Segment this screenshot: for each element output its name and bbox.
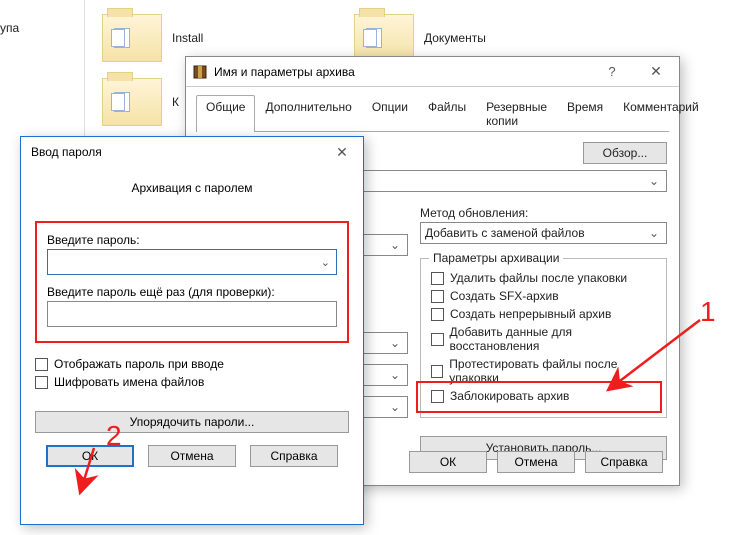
update-method-label: Метод обновления: bbox=[420, 206, 667, 220]
cancel-button[interactable]: Отмена bbox=[497, 451, 575, 473]
checkbox-icon bbox=[431, 290, 444, 303]
annotation-frame-1 bbox=[416, 381, 662, 413]
chk-label: Создать непрерывный архив bbox=[450, 307, 611, 321]
folder-icon bbox=[354, 14, 414, 62]
chevron-down-icon: ⌄ bbox=[315, 256, 336, 269]
annotation-number-1: 1 bbox=[700, 296, 716, 328]
cancel-button[interactable]: Отмена bbox=[148, 445, 236, 467]
folder-icon bbox=[102, 14, 162, 62]
chk-sfx[interactable]: Создать SFX-архив bbox=[431, 289, 656, 303]
chk-label: Шифровать имена файлов bbox=[54, 375, 204, 389]
checkbox-icon bbox=[431, 308, 444, 321]
password-subtitle: Архивация с паролем bbox=[35, 181, 349, 195]
enter-password-label: Введите пароль: bbox=[47, 233, 337, 247]
browse-button[interactable]: Обзор... bbox=[583, 142, 667, 164]
dialog-title: Имя и параметры архива bbox=[214, 65, 590, 79]
checkbox-icon bbox=[35, 358, 48, 371]
close-button[interactable]: ✕ bbox=[634, 57, 678, 86]
help-button[interactable]: Справка bbox=[585, 451, 663, 473]
titlebar[interactable]: Ввод пароля ✕ bbox=[21, 137, 363, 167]
dialog-body: Архивация с паролем Введите пароль: ⌄ Вв… bbox=[21, 167, 363, 479]
annotation-number-2: 2 bbox=[106, 420, 122, 452]
help-button[interactable]: Справка bbox=[250, 445, 338, 467]
tab-backup[interactable]: Резервные копии bbox=[476, 95, 557, 132]
tab-bar: Общие Дополнительно Опции Файлы Резервны… bbox=[196, 95, 669, 132]
dialog-footer: ОК Отмена Справка bbox=[409, 451, 663, 473]
partial-folder-label: упа bbox=[0, 21, 19, 35]
ok-button[interactable]: ОК bbox=[409, 451, 487, 473]
folder-label: К bbox=[172, 95, 179, 109]
close-icon: ✕ bbox=[336, 144, 348, 161]
chevron-down-icon: ⌄ bbox=[646, 174, 662, 188]
checkbox-icon bbox=[431, 272, 444, 285]
chk-label: Удалить файлы после упаковки bbox=[450, 271, 627, 285]
folder-icon bbox=[102, 78, 162, 126]
chk-delete-after[interactable]: Удалить файлы после упаковки bbox=[431, 271, 656, 285]
annotation-frame-2: Введите пароль: ⌄ Введите пароль ещё раз… bbox=[35, 221, 349, 343]
titlebar[interactable]: Имя и параметры архива ? ✕ bbox=[186, 57, 679, 87]
chevron-down-icon: ⌄ bbox=[387, 336, 403, 350]
tab-advanced[interactable]: Дополнительно bbox=[255, 95, 361, 132]
archive-params-legend: Параметры архивации bbox=[429, 251, 563, 265]
tab-general[interactable]: Общие bbox=[196, 95, 255, 132]
tab-comment[interactable]: Комментарий bbox=[613, 95, 709, 132]
password-input[interactable]: ⌄ bbox=[47, 249, 337, 275]
chk-label: Добавить данные для восстановления bbox=[450, 325, 656, 353]
close-icon: ✕ bbox=[650, 63, 662, 80]
chevron-down-icon: ⌄ bbox=[387, 368, 403, 382]
chk-label: Отображать пароль при вводе bbox=[54, 357, 224, 371]
tab-options[interactable]: Опции bbox=[362, 95, 418, 132]
chevron-down-icon: ⌄ bbox=[387, 238, 403, 252]
update-method-value: Добавить с заменой файлов bbox=[425, 226, 585, 240]
chk-solid[interactable]: Создать непрерывный архив bbox=[431, 307, 656, 321]
chk-label: Создать SFX-архив bbox=[450, 289, 559, 303]
folder-item[interactable]: К bbox=[102, 78, 179, 126]
chevron-down-icon: ⌄ bbox=[387, 400, 403, 414]
tab-time[interactable]: Время bbox=[557, 95, 613, 132]
chk-recovery[interactable]: Добавить данные для восстановления bbox=[431, 325, 656, 353]
update-method-select[interactable]: Добавить с заменой файлов ⌄ bbox=[420, 222, 667, 244]
folder-label: Install bbox=[172, 31, 203, 45]
close-button[interactable]: ✕ bbox=[322, 138, 362, 167]
reenter-password-label: Введите пароль ещё раз (для проверки): bbox=[47, 285, 337, 299]
app-icon bbox=[192, 64, 208, 80]
folder-item[interactable]: Документы bbox=[354, 14, 486, 62]
checkbox-icon bbox=[35, 376, 48, 389]
password-dialog: Ввод пароля ✕ Архивация с паролем Введит… bbox=[20, 136, 364, 525]
chk-show-password[interactable]: Отображать пароль при вводе bbox=[35, 357, 349, 371]
checkbox-icon bbox=[431, 365, 443, 378]
checkbox-icon bbox=[431, 333, 444, 346]
dialog-title: Ввод пароля bbox=[27, 145, 322, 159]
folder-label: Документы bbox=[424, 31, 486, 45]
organize-passwords-button[interactable]: Упорядочить пароли... bbox=[35, 411, 349, 433]
help-button[interactable]: ? bbox=[590, 57, 634, 86]
password-confirm-input[interactable] bbox=[47, 301, 337, 327]
tab-files[interactable]: Файлы bbox=[418, 95, 476, 132]
chevron-down-icon: ⌄ bbox=[646, 226, 662, 240]
chk-encrypt-names[interactable]: Шифровать имена файлов bbox=[35, 375, 349, 389]
folder-item[interactable]: Install bbox=[102, 14, 203, 62]
